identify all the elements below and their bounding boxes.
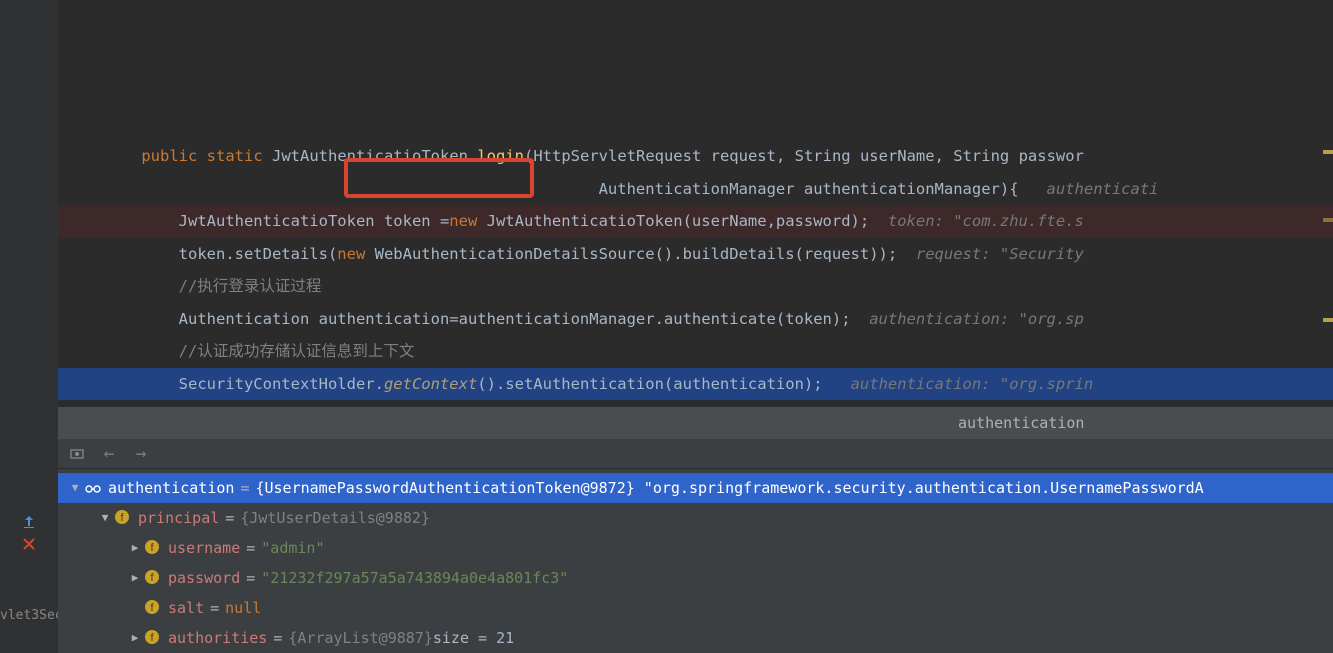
expand-right-icon[interactable]: ▶ xyxy=(126,533,144,563)
debug-panel: authentication ← → ▼ authentication = {U… xyxy=(58,407,1333,653)
code-token: Authentication authentication=authentica… xyxy=(179,310,870,328)
tab-fragment: vlet3Sec xyxy=(0,608,58,623)
close-icon[interactable] xyxy=(20,535,38,553)
variables-tree[interactable]: ▼ authentication = {UsernamePasswordAuth… xyxy=(58,469,1333,653)
upload-icon[interactable] xyxy=(20,513,38,531)
var-name: password xyxy=(168,563,240,593)
code-token: static xyxy=(207,147,263,165)
equals: = xyxy=(225,503,234,533)
code-token: authentication: "org.sprin xyxy=(851,375,1094,393)
field-icon: f xyxy=(144,599,162,617)
code-token: token.setDetails( xyxy=(179,245,338,263)
var-name: authentication xyxy=(108,473,234,503)
var-name: salt xyxy=(168,593,204,623)
code-token: JwtAuthenticatioToken xyxy=(272,147,468,165)
code-line[interactable]: JwtAuthenticatioToken token =new JwtAuth… xyxy=(58,205,1333,238)
var-value: {ArrayList@9887} xyxy=(288,623,433,653)
equals: = xyxy=(240,473,249,503)
var-name: username xyxy=(168,533,240,563)
new-watch-icon[interactable] xyxy=(68,445,86,463)
tree-item-password[interactable]: ▶ f password = "21232f297a57a5a743894a0e… xyxy=(58,563,1333,593)
tree-item-authorities[interactable]: ▶ f authorities = {ArrayList@9887} size … xyxy=(58,623,1333,653)
var-value: "admin" xyxy=(261,533,324,563)
var-value: {JwtUserDetails@9882} xyxy=(240,503,430,533)
code-token: login xyxy=(477,147,524,165)
forward-icon[interactable]: → xyxy=(132,445,150,463)
code-token: SecurityContextHolder. xyxy=(179,375,384,393)
equals: = xyxy=(246,533,255,563)
field-icon: f xyxy=(144,539,162,557)
equals: = xyxy=(210,593,219,623)
code-token: token: "com.zhu.fte.s xyxy=(888,212,1084,230)
field-icon: f xyxy=(144,629,162,647)
code-editor[interactable]: public static JwtAuthenticatioToken logi… xyxy=(58,0,1333,407)
code-token xyxy=(263,147,272,165)
code-token: new xyxy=(449,212,477,230)
code-token: JwtAuthenticatioToken(userName,password)… xyxy=(477,212,888,230)
code-token: (HttpServletRequest request, String user… xyxy=(524,147,1084,165)
code-line[interactable]: public static JwtAuthenticatioToken logi… xyxy=(58,140,1333,173)
field-icon: f xyxy=(144,569,162,587)
code-token: request: "Security xyxy=(916,245,1084,263)
code-line[interactable]: Authentication authentication=authentica… xyxy=(58,303,1333,336)
expand-down-icon[interactable]: ▼ xyxy=(96,503,114,533)
code-token: authentication: "org.sp xyxy=(869,310,1084,328)
code-token: getContext xyxy=(384,375,477,393)
field-icon: f xyxy=(114,509,132,527)
code-token: JwtAuthenticatioToken token = xyxy=(179,212,450,230)
code-token: public xyxy=(141,147,197,165)
var-extra: size = 21 xyxy=(433,623,514,653)
code-token xyxy=(197,147,206,165)
var-string: "org.springframework.security.authentica… xyxy=(644,473,1204,503)
var-type: {UsernamePasswordAuthenticationToken@987… xyxy=(255,473,634,503)
code-line[interactable]: //执行登录认证过程 xyxy=(58,270,1333,303)
code-line[interactable]: SecurityContextHolder.getContext().setAu… xyxy=(58,368,1333,401)
var-value: "21232f297a57a5a743894a0e4a801fc3" xyxy=(261,563,568,593)
equals: = xyxy=(246,563,255,593)
expand-right-icon[interactable]: ▶ xyxy=(126,563,144,593)
var-name: principal xyxy=(138,503,219,533)
tree-item-principal[interactable]: ▼ f principal = {JwtUserDetails@9882} xyxy=(58,503,1333,533)
glasses-icon xyxy=(84,479,102,497)
back-icon[interactable]: ← xyxy=(100,445,118,463)
expand-down-icon[interactable]: ▼ xyxy=(66,473,84,503)
tree-root-authentication[interactable]: ▼ authentication = {UsernamePasswordAuth… xyxy=(58,473,1333,503)
code-token: //认证成功存储认证信息到上下文 xyxy=(179,342,415,360)
var-name: authorities xyxy=(168,623,267,653)
code-token: AuthenticationManager authenticationMana… xyxy=(599,180,1047,198)
equals: = xyxy=(273,623,282,653)
code-line[interactable]: AuthenticationManager authenticationMana… xyxy=(58,173,1333,206)
left-gutter: vlet3Sec xyxy=(0,0,58,653)
code-line[interactable]: //认证成功存储认证信息到上下文 xyxy=(58,335,1333,368)
code-token: ().setAuthentication(authentication); xyxy=(477,375,850,393)
debug-toolbar: ← → xyxy=(58,439,1333,469)
debug-header: authentication xyxy=(58,407,1333,439)
code-token: new xyxy=(337,245,365,263)
code-token: //执行登录认证过程 xyxy=(179,277,322,295)
code-line[interactable]: //生成令牌返回给客户端 xyxy=(58,400,1333,407)
code-token: authenticati xyxy=(1047,180,1159,198)
code-line[interactable]: token.setDetails(new WebAuthenticationDe… xyxy=(58,238,1333,271)
code-token xyxy=(468,147,477,165)
tree-item-username[interactable]: ▶ f username = "admin" xyxy=(58,533,1333,563)
debug-header-label: authentication xyxy=(958,414,1084,432)
expand-right-icon[interactable]: ▶ xyxy=(126,623,144,653)
var-value: null xyxy=(225,593,261,623)
tree-item-salt[interactable]: f salt = null xyxy=(58,593,1333,623)
code-token: WebAuthenticationDetailsSource().buildDe… xyxy=(365,245,916,263)
